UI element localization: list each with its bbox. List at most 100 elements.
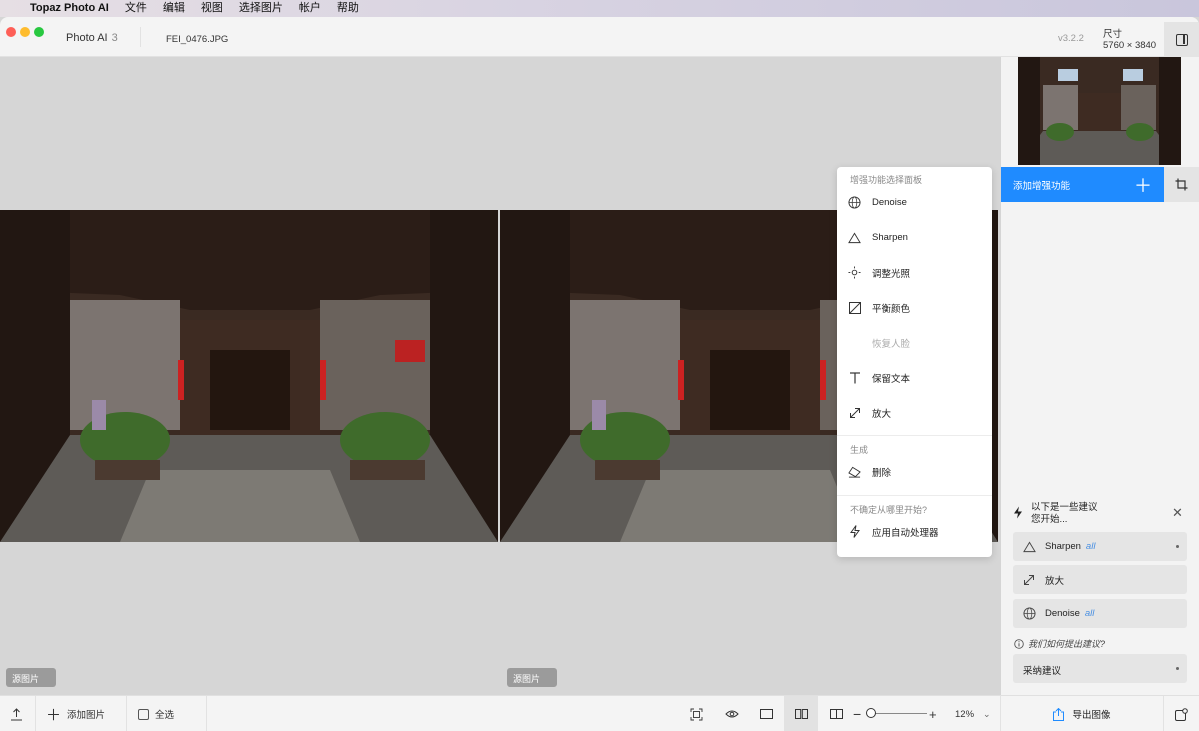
menu-help[interactable]: 帮助 bbox=[329, 0, 367, 17]
app-window: Photo AI 3 FEI_0476.JPG v3.2.2 尺寸 5760 × … bbox=[0, 17, 1199, 731]
toolbar-divider bbox=[35, 696, 36, 731]
fit-screen-icon bbox=[690, 708, 703, 720]
menu-account[interactable]: 帐户 bbox=[291, 0, 329, 17]
suggestion-status-dot bbox=[1176, 545, 1179, 548]
adopt-suggestions-button[interactable]: 采纳建议 bbox=[1013, 654, 1187, 683]
tab-photo-ai[interactable]: Photo AI 3 bbox=[66, 32, 118, 44]
zoom-dropdown-chevron-icon[interactable]: ⌄ bbox=[983, 696, 991, 731]
upload-button[interactable] bbox=[10, 696, 26, 731]
original-preview-image[interactable] bbox=[0, 210, 498, 542]
suggestion-denoise-label: Denoise bbox=[1045, 608, 1080, 619]
crop-button[interactable] bbox=[1164, 167, 1199, 202]
enhancement-upscale[interactable]: 放大 bbox=[837, 395, 992, 430]
zoom-slider-handle[interactable] bbox=[866, 708, 876, 718]
menubar: Topaz Photo AI 文件 编辑 视图 选择图片 帐户 帮助 bbox=[0, 0, 1199, 17]
suggestion-denoise-tag: all bbox=[1084, 608, 1095, 619]
apply-autopilot-label: 应用自动处理器 bbox=[872, 527, 939, 539]
suggestion-sharpen-tag: all bbox=[1085, 541, 1096, 552]
export-image-button[interactable]: 导出图像 bbox=[1001, 696, 1163, 731]
color-balance-icon bbox=[837, 301, 872, 314]
close-window-button[interactable] bbox=[6, 27, 16, 37]
single-view-button[interactable] bbox=[760, 696, 773, 731]
suggestions-title-line1: 以下是一些建议 bbox=[1031, 502, 1098, 513]
navigator-thumbnail-image bbox=[1018, 57, 1181, 165]
menu-view[interactable]: 视图 bbox=[193, 0, 231, 17]
text-icon bbox=[837, 371, 872, 384]
enhancement-adjust-lighting-label: 调整光照 bbox=[872, 268, 911, 280]
zoom-out-button[interactable]: − bbox=[853, 696, 861, 731]
tab-photo-ai-label: Photo AI bbox=[66, 32, 108, 44]
right-sidebar: 添加增强功能 ＋ 以下是一些建议 您开始... ✕ Sharpen all 放大 bbox=[1001, 57, 1199, 695]
add-enhancement-button[interactable]: 添加增强功能 ＋ bbox=[1001, 167, 1164, 202]
enhancement-balance-color-label: 平衡颜色 bbox=[872, 303, 911, 315]
select-all-label: 全选 bbox=[155, 710, 175, 721]
share-icon bbox=[1053, 707, 1065, 721]
fit-screen-button[interactable] bbox=[690, 696, 703, 731]
suggestion-denoise[interactable]: Denoise all bbox=[1013, 599, 1187, 628]
menu-file[interactable]: 文件 bbox=[117, 0, 155, 17]
plus-icon: ＋ bbox=[46, 706, 62, 724]
enhancement-upscale-label: 放大 bbox=[872, 408, 892, 420]
source-image-badge-right: 源图片 bbox=[507, 668, 557, 687]
globe-icon bbox=[1013, 607, 1045, 620]
enhancement-sharpen-label: Sharpen bbox=[872, 232, 908, 243]
how-suggestions-link[interactable]: 我们如何提出建议? bbox=[1014, 637, 1105, 650]
tab-divider bbox=[140, 27, 141, 47]
side-by-side-view-button[interactable] bbox=[784, 696, 818, 731]
enhancement-balance-color[interactable]: 平衡颜色 bbox=[837, 290, 992, 325]
zoom-level[interactable]: 12% bbox=[955, 696, 974, 731]
checkbox-icon bbox=[138, 708, 149, 720]
single-view-icon bbox=[760, 709, 773, 719]
enhancement-adjust-lighting[interactable]: 调整光照 bbox=[837, 255, 992, 290]
suggestion-upscale-label: 放大 bbox=[1045, 575, 1065, 587]
suggestion-upscale[interactable]: 放大 bbox=[1013, 565, 1187, 594]
export-settings-icon bbox=[1175, 707, 1188, 721]
suggestion-sharpen[interactable]: Sharpen all bbox=[1013, 532, 1187, 561]
triangle-icon bbox=[1013, 540, 1045, 553]
title-bar: Photo AI 3 FEI_0476.JPG v3.2.2 尺寸 5760 × … bbox=[0, 17, 1199, 57]
globe-icon bbox=[837, 196, 872, 209]
preview-toggle-button[interactable] bbox=[725, 696, 739, 731]
apply-autopilot-button[interactable]: 应用自动处理器 bbox=[837, 514, 992, 549]
source-image-badge-left: 源图片 bbox=[6, 668, 56, 687]
eraser-icon bbox=[837, 466, 872, 478]
crop-icon bbox=[1175, 178, 1188, 191]
enhancement-sharpen[interactable]: Sharpen bbox=[837, 220, 992, 255]
split-view-button[interactable] bbox=[830, 696, 843, 731]
export-image-label: 导出图像 bbox=[1072, 710, 1111, 721]
toolbar-divider bbox=[1163, 696, 1164, 731]
sidebar-toggle-button[interactable] bbox=[1164, 22, 1199, 57]
suggestions-title-line2: 您开始... bbox=[1031, 514, 1068, 525]
side-by-side-icon bbox=[794, 709, 808, 719]
add-enhancement-label: 添加增强功能 bbox=[1013, 180, 1071, 192]
bottom-toolbar: ＋ 添加图片 全选 − + 12% ⌄ 导出图像 bbox=[0, 695, 1199, 731]
enhancement-preserve-text[interactable]: 保留文本 bbox=[837, 360, 992, 395]
enhancement-recover-face: 恢复人脸 bbox=[837, 325, 992, 360]
enhancement-denoise[interactable]: Denoise bbox=[837, 185, 992, 220]
generate-remove[interactable]: 删除 bbox=[837, 454, 992, 489]
export-settings-button[interactable] bbox=[1175, 696, 1188, 731]
tab-file[interactable]: FEI_0476.JPG bbox=[166, 34, 228, 45]
close-suggestions-icon[interactable]: ✕ bbox=[1172, 505, 1183, 521]
zoom-in-button[interactable]: + bbox=[929, 696, 937, 731]
enhancement-preserve-text-label: 保留文本 bbox=[872, 373, 911, 385]
info-icon bbox=[1014, 638, 1024, 649]
enhancement-recover-face-label: 恢复人脸 bbox=[872, 338, 911, 350]
navigator-thumbnail[interactable] bbox=[1018, 57, 1181, 165]
toolbar-divider bbox=[126, 696, 127, 731]
zoom-window-button[interactable] bbox=[34, 27, 44, 37]
generate-remove-label: 删除 bbox=[872, 467, 892, 479]
minimize-window-button[interactable] bbox=[20, 27, 30, 37]
sun-icon bbox=[837, 266, 872, 279]
menu-edit[interactable]: 编辑 bbox=[155, 0, 193, 17]
zoom-slider[interactable] bbox=[873, 713, 927, 714]
version-label: v3.2.2 bbox=[1058, 33, 1084, 44]
upload-icon bbox=[11, 707, 22, 720]
add-image-button[interactable]: ＋ 添加图片 bbox=[46, 696, 105, 731]
expand-icon bbox=[837, 407, 872, 419]
select-all-checkbox[interactable]: 全选 bbox=[138, 696, 174, 731]
tab-photo-ai-count: 3 bbox=[111, 32, 118, 44]
menu-select-image[interactable]: 选择图片 bbox=[231, 0, 291, 17]
menu-app-name[interactable]: Topaz Photo AI bbox=[26, 0, 117, 17]
size-value: 5760 × 3840 bbox=[1103, 40, 1157, 51]
